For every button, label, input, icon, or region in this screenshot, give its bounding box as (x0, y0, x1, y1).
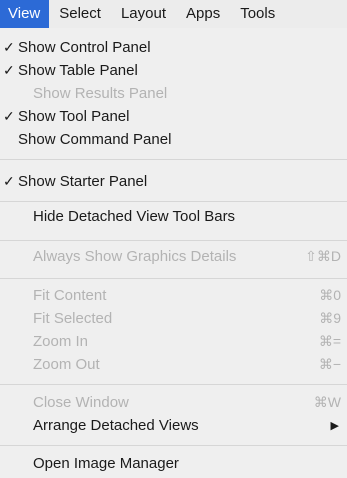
menu-item-fit-selected: Fit Selected ⌘9 (0, 307, 347, 330)
menu-view[interactable]: View (0, 0, 50, 28)
menu-item-fit-content: Fit Content ⌘0 (0, 284, 347, 307)
menu-apps[interactable]: Apps (176, 0, 230, 28)
checkmark-icon: ✓ (3, 39, 15, 55)
menu-item-show-control-panel[interactable]: ✓ Show Control Panel (0, 36, 347, 59)
checkmark-icon: ✓ (3, 62, 15, 78)
menu-item-label: Show Results Panel (33, 85, 168, 102)
menu-item-show-table-panel[interactable]: ✓ Show Table Panel (0, 59, 347, 82)
view-dropdown-menu: ✓ Show Control Panel ✓ Show Table Panel … (0, 28, 347, 478)
menu-item-label: Show Command Panel (18, 131, 172, 148)
menu-item-label: Hide Detached View Tool Bars (33, 208, 236, 225)
menu-item-show-results-panel: Show Results Panel (0, 82, 347, 105)
menu-item-show-command-panel[interactable]: Show Command Panel (0, 128, 347, 151)
menu-select[interactable]: Select (49, 0, 111, 28)
menu-item-label: Fit Content (33, 287, 107, 304)
menu-item-show-starter-panel[interactable]: ✓ Show Starter Panel (0, 170, 347, 193)
menu-item-label: Arrange Detached Views (33, 417, 199, 434)
menu-item-label: Show Table Panel (18, 62, 138, 79)
menu-item-always-show-graphics-details: Always Show Graphics Details ⇧⌘D (0, 245, 347, 268)
menu-item-label: Zoom In (33, 333, 89, 350)
menu-item-label: Zoom Out (33, 356, 100, 373)
menu-item-label: Open Image Manager (33, 455, 179, 472)
checkmark-icon: ✓ (3, 108, 15, 124)
menu-item-hide-detached-view-tool-bars[interactable]: Hide Detached View Tool Bars (0, 205, 347, 228)
menu-separator (0, 278, 347, 279)
menu-separator (0, 240, 347, 241)
shortcut-label: ⌘= (318, 333, 341, 349)
menu-item-arrange-detached-views[interactable]: Arrange Detached Views ▶ (0, 414, 347, 437)
shortcut-label: ⌘− (318, 356, 341, 372)
menu-separator (0, 201, 347, 202)
menu-item-close-window: Close Window ⌘W (0, 391, 347, 414)
menu-item-label: Always Show Graphics Details (33, 248, 237, 265)
menu-item-label: Fit Selected (33, 310, 113, 327)
menu-item-zoom-in: Zoom In ⌘= (0, 330, 347, 353)
menu-item-show-tool-panel[interactable]: ✓ Show Tool Panel (0, 105, 347, 128)
menu-item-label: Show Control Panel (18, 39, 151, 56)
shortcut-label: ⌘0 (319, 287, 341, 303)
menu-separator (0, 445, 347, 446)
menu-separator (0, 384, 347, 385)
menu-layout[interactable]: Layout (111, 0, 176, 28)
checkmark-icon: ✓ (3, 173, 15, 189)
menu-item-zoom-out: Zoom Out ⌘− (0, 353, 347, 376)
shortcut-label: ⌘W (313, 394, 341, 410)
shortcut-label: ⌘9 (319, 310, 341, 326)
menu-item-open-image-manager[interactable]: Open Image Manager (0, 452, 347, 475)
menu-bar: View Select Layout Apps Tools (0, 0, 347, 28)
menu-item-label: Show Tool Panel (18, 108, 130, 125)
submenu-arrow-icon: ▶ (330, 420, 339, 432)
menu-tools[interactable]: Tools (230, 0, 285, 28)
menu-item-label: Show Starter Panel (18, 173, 148, 190)
menu-separator (0, 159, 347, 160)
menu-item-label: Close Window (33, 394, 129, 411)
shortcut-label: ⇧⌘D (305, 248, 341, 264)
